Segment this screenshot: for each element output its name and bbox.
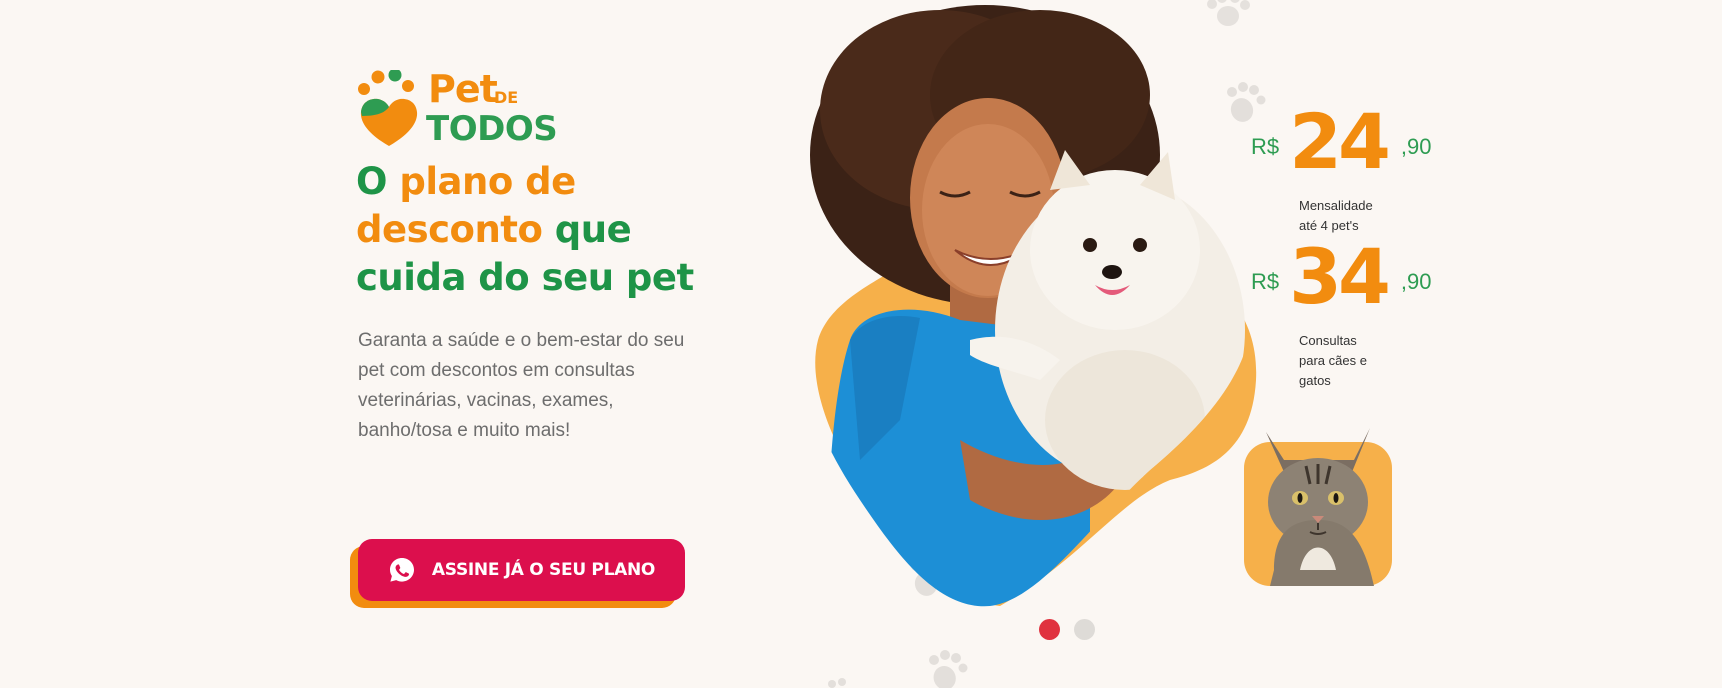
price-monthly: R$ 24 ,90 [1251, 104, 1431, 180]
carousel-dot-2[interactable] [1074, 619, 1095, 640]
price-note-line: para cães e [1299, 353, 1367, 368]
price-note-line: Mensalidade [1299, 198, 1373, 213]
price-currency: R$ [1251, 269, 1280, 294]
price-cents: ,90 [1400, 269, 1432, 294]
price-note-line: até 4 pet's [1299, 218, 1359, 233]
subscribe-plan-label: ASSINE JÁ O SEU PLANO [431, 560, 656, 580]
cat-image [1244, 428, 1392, 586]
paw-heart-icon [358, 70, 418, 146]
brand-logo[interactable]: Pet DE TODOS [356, 68, 576, 152]
price-integer: 34 [1289, 232, 1391, 321]
subscribe-plan-button[interactable]: ASSINE JÁ O SEU PLANO [358, 539, 685, 601]
logo-text-de: DE [494, 88, 519, 107]
woman-with-dog-image [810, 5, 1257, 607]
logo-text-pet: Pet [428, 67, 498, 111]
whatsapp-icon [389, 558, 414, 582]
headline-part-1: O [356, 160, 400, 203]
hero-section: Pet DE TODOS O plano de desconto que cui… [0, 0, 1722, 688]
page-title: O plano de desconto que cuida do seu pet [356, 158, 716, 302]
price-currency: R$ [1251, 134, 1280, 159]
price-monthly-note: Mensalidade até 4 pet's [1299, 196, 1373, 236]
price-integer: 24 [1289, 97, 1391, 186]
price-consultations: R$ 34 ,90 [1251, 239, 1431, 315]
carousel-dot-1[interactable] [1039, 619, 1060, 640]
price-note-line: gatos [1299, 373, 1331, 388]
price-note-line: Consultas [1299, 333, 1357, 348]
hero-description: Garanta a saúde e o bem-estar do seu pet… [358, 330, 685, 441]
paw-print-icon [828, 678, 846, 688]
logo-text-todos: TODOS [426, 109, 558, 149]
price-cents: ,90 [1400, 134, 1432, 159]
paw-print-icon [929, 650, 968, 688]
price-consultations-note: Consultas para cães e gatos [1299, 331, 1367, 391]
